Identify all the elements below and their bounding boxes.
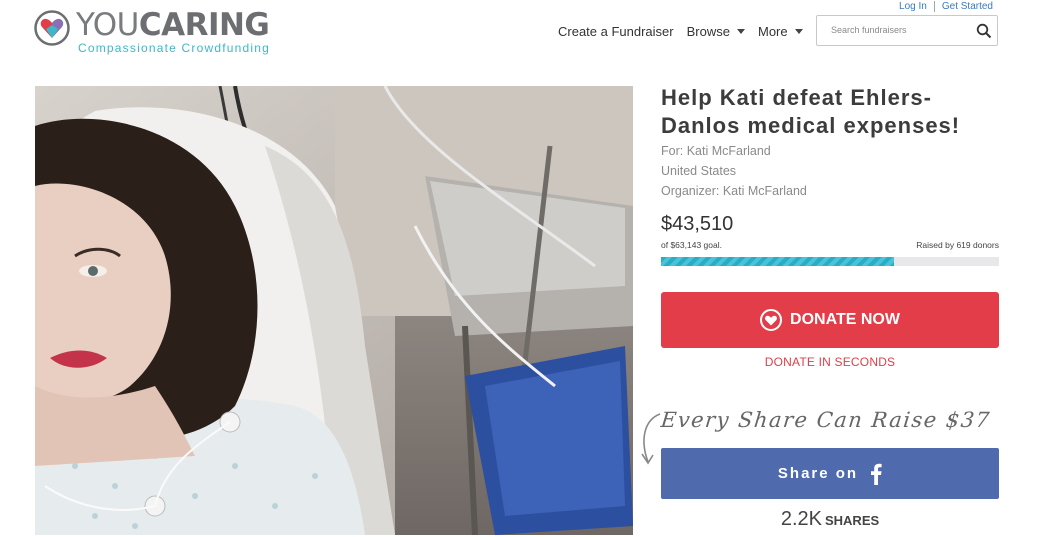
campaign-meta: For: Kati McFarland United States Organi… xyxy=(661,141,807,201)
search-icon[interactable] xyxy=(976,23,992,39)
campaign-photo xyxy=(35,86,633,535)
donate-now-label: DONATE NOW xyxy=(790,311,900,328)
progress-bar xyxy=(661,257,999,266)
donate-now-button[interactable]: DONATE NOW xyxy=(661,292,999,348)
campaign-title: Help Kati defeat Ehlers-Danlos medical e… xyxy=(661,85,961,138)
search-input[interactable] xyxy=(829,24,973,36)
nav-more[interactable]: More xyxy=(758,24,803,39)
nav-browse[interactable]: Browse xyxy=(687,24,745,39)
main-nav: Create a Fundraiser Browse More xyxy=(558,24,816,39)
brand-logo[interactable]: YOUCARING Compassionate Crowdfunding xyxy=(34,8,270,55)
chevron-down-icon xyxy=(794,29,803,34)
brand-name: YOUCARING xyxy=(76,7,270,43)
donors-count: Raised by 619 donors xyxy=(916,240,999,250)
share-on-facebook-button[interactable]: Share on xyxy=(661,448,999,499)
logo-heart-icon xyxy=(34,10,70,46)
shares-number: 2.2K xyxy=(780,508,822,530)
heart-icon xyxy=(760,309,783,331)
chevron-down-icon xyxy=(736,29,745,34)
beneficiary-line: For: Kati McFarland xyxy=(661,144,771,158)
facebook-icon xyxy=(871,463,882,485)
goal-text: of $63,143 goal. xyxy=(661,240,722,250)
search-box xyxy=(816,15,998,46)
share-on-label: Share on xyxy=(777,465,859,482)
share-prompt: Every Share Can Raise $37 xyxy=(659,408,992,432)
organizer-line: Organizer: Kati McFarland xyxy=(661,184,807,198)
location-line: United States xyxy=(661,164,737,178)
account-links: Log In Get Started xyxy=(899,1,993,12)
donate-in-seconds-link[interactable]: DONATE IN SECONDS xyxy=(661,355,999,369)
get-started-link[interactable]: Get Started xyxy=(942,1,993,12)
nav-create-fundraiser[interactable]: Create a Fundraiser xyxy=(558,24,674,39)
progress-fill xyxy=(661,257,895,266)
shares-label: SHARES xyxy=(824,513,880,528)
shares-count: 2.2K SHARES xyxy=(661,508,999,531)
amount-raised: $43,510 xyxy=(661,213,734,235)
login-link[interactable]: Log In xyxy=(899,1,927,12)
brand-tagline: Compassionate Crowdfunding xyxy=(78,41,270,55)
link-divider xyxy=(933,1,935,12)
